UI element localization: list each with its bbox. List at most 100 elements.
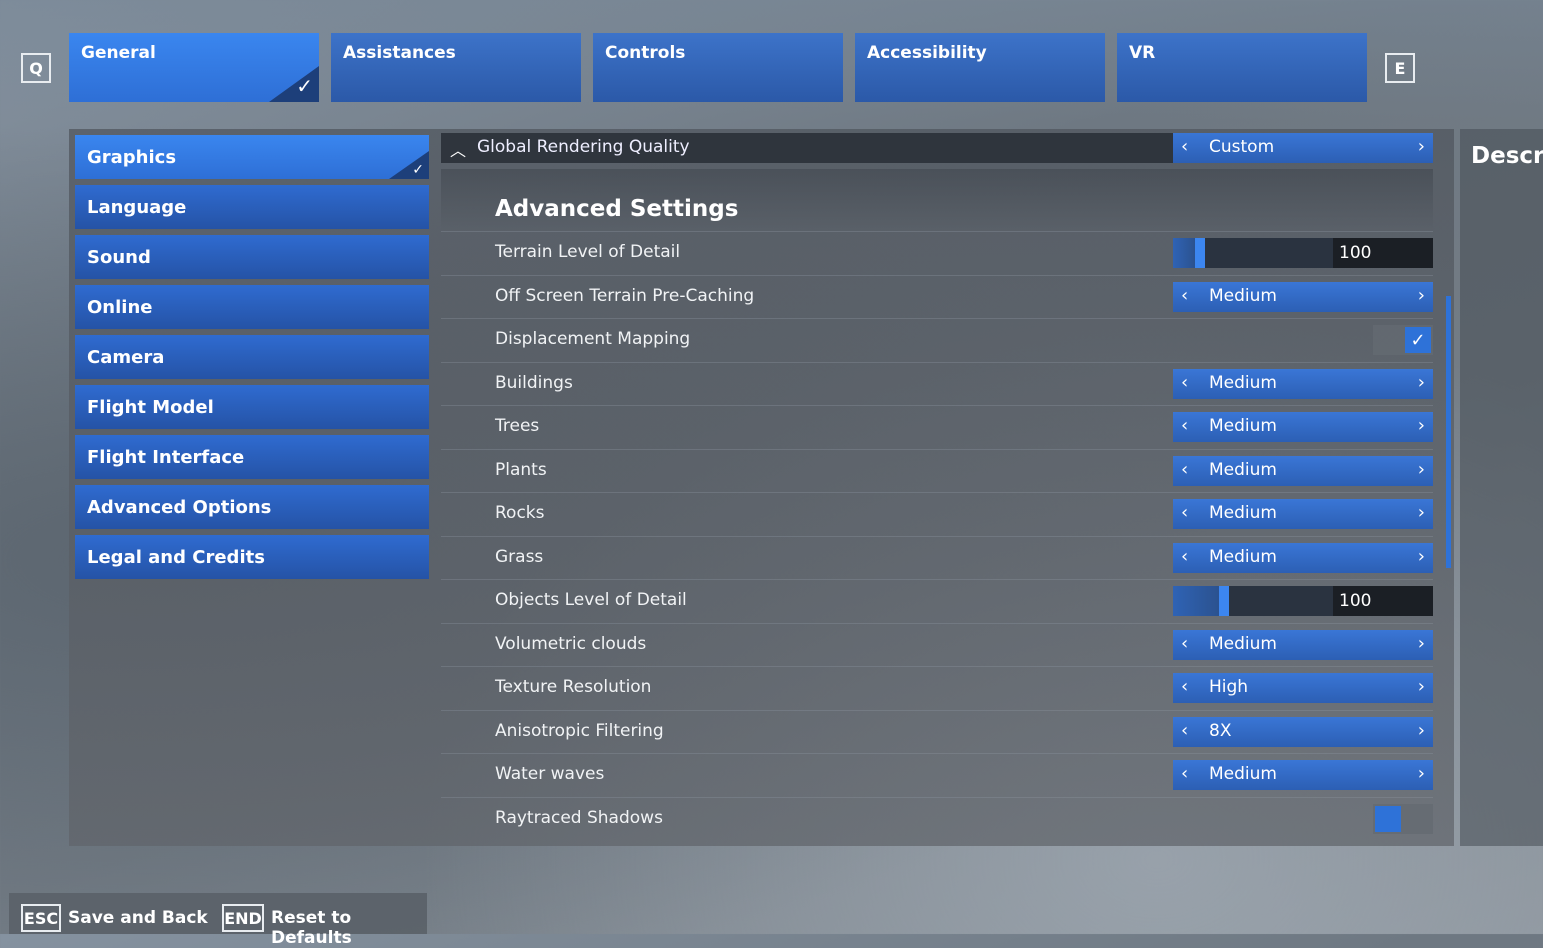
reset-to-defaults-button[interactable]: Reset to Defaults <box>271 908 427 948</box>
sidebar-item-label: Language <box>87 196 187 218</box>
chevron-left-icon[interactable]: ‹ <box>1181 415 1188 436</box>
plants-selector[interactable]: ‹ Medium › <box>1173 456 1433 486</box>
sidebar-item-camera[interactable]: Camera <box>75 335 429 379</box>
scrollbar[interactable] <box>1446 296 1451 568</box>
global-rendering-quality-row[interactable]: ︿ Global Rendering Quality ‹ Custom › <box>441 133 1433 163</box>
chevron-up-icon[interactable]: ︿ <box>450 137 466 161</box>
chevron-left-icon[interactable]: ‹ <box>1181 633 1188 654</box>
next-tab-key[interactable]: E <box>1385 53 1415 83</box>
sidebar-item-language[interactable]: Language <box>75 185 429 229</box>
slider-fill <box>1173 238 1196 268</box>
setting-label: Global Rendering Quality <box>477 137 690 157</box>
setting-row-texture-resolution: Texture Resolution ‹ High › <box>441 666 1433 710</box>
sidebar-item-sound[interactable]: Sound <box>75 235 429 279</box>
tab-general[interactable]: General ✓ <box>69 33 319 102</box>
settings-list: ︿ Global Rendering Quality ‹ Custom › Ad… <box>441 133 1433 846</box>
displacement-mapping-toggle[interactable]: ✓ <box>1373 325 1433 355</box>
slider-thumb[interactable] <box>1219 586 1230 616</box>
trees-selector[interactable]: ‹ Medium › <box>1173 412 1433 442</box>
sidebar-item-label: Graphics <box>87 146 177 168</box>
chevron-left-icon[interactable]: ‹ <box>1181 502 1188 523</box>
chevron-left-icon[interactable]: ‹ <box>1181 285 1188 306</box>
setting-label: Buildings <box>495 373 573 393</box>
setting-label: Anisotropic Filtering <box>495 721 664 741</box>
sidebar-item-online[interactable]: Online <box>75 285 429 329</box>
chevron-right-icon[interactable]: › <box>1418 459 1425 480</box>
section-title: Advanced Settings <box>495 196 739 222</box>
chevron-right-icon[interactable]: › <box>1418 720 1425 741</box>
setting-row-plants: Plants ‹ Medium › <box>441 449 1433 493</box>
volumetric-clouds-selector[interactable]: ‹ Medium › <box>1173 630 1433 660</box>
setting-label: Off Screen Terrain Pre-Caching <box>495 286 755 306</box>
selector-value: Medium <box>1209 416 1277 436</box>
slider-thumb[interactable] <box>1195 238 1206 268</box>
terrain-lod-slider[interactable]: 100 <box>1173 238 1433 268</box>
chevron-right-icon[interactable]: › <box>1418 415 1425 436</box>
tab-assistances[interactable]: Assistances <box>331 33 581 102</box>
chevron-left-icon[interactable]: ‹ <box>1181 372 1188 393</box>
chevron-left-icon[interactable]: ‹ <box>1181 763 1188 784</box>
sidebar-item-advanced-options[interactable]: Advanced Options <box>75 485 429 529</box>
setting-row-offscreen-precaching: Off Screen Terrain Pre-Caching ‹ Medium … <box>441 275 1433 319</box>
chevron-right-icon[interactable]: › <box>1418 285 1425 306</box>
tab-controls[interactable]: Controls <box>593 33 843 102</box>
setting-row-grass: Grass ‹ Medium › <box>441 536 1433 580</box>
water-waves-selector[interactable]: ‹ Medium › <box>1173 760 1433 790</box>
chevron-right-icon[interactable]: › <box>1418 633 1425 654</box>
sidebar-item-label: Camera <box>87 346 165 368</box>
texture-resolution-selector[interactable]: ‹ High › <box>1173 673 1433 703</box>
end-key[interactable]: END <box>222 904 264 932</box>
checkmark-icon: ✓ <box>1405 327 1431 353</box>
description-panel: Descri <box>1460 129 1543 846</box>
prev-tab-key[interactable]: Q <box>21 53 51 83</box>
raytraced-shadows-toggle[interactable] <box>1373 804 1433 834</box>
sidebar-item-graphics[interactable]: Graphics ✓ <box>75 135 429 179</box>
slider-fill <box>1173 586 1220 616</box>
sidebar-item-flight-interface[interactable]: Flight Interface <box>75 435 429 479</box>
tab-vr[interactable]: VR <box>1117 33 1367 102</box>
save-and-back-button[interactable]: Save and Back <box>68 908 208 928</box>
sidebar-item-legal-and-credits[interactable]: Legal and Credits <box>75 535 429 579</box>
chevron-right-icon[interactable]: › <box>1418 676 1425 697</box>
chevron-right-icon[interactable]: › <box>1418 372 1425 393</box>
slider-value[interactable]: 100 <box>1333 238 1433 268</box>
tab-accessibility[interactable]: Accessibility <box>855 33 1105 102</box>
rocks-selector[interactable]: ‹ Medium › <box>1173 499 1433 529</box>
setting-row-trees: Trees ‹ Medium › <box>441 405 1433 449</box>
setting-label: Rocks <box>495 503 545 523</box>
chevron-left-icon[interactable]: ‹ <box>1181 459 1188 480</box>
setting-label: Volumetric clouds <box>495 634 647 654</box>
footer-bar: ESC Save and Back END Reset to Defaults <box>9 893 427 948</box>
buildings-selector[interactable]: ‹ Medium › <box>1173 369 1433 399</box>
tab-label: Assistances <box>343 43 456 63</box>
checkmark-icon: ✓ <box>412 162 424 178</box>
chevron-left-icon[interactable]: ‹ <box>1181 546 1188 567</box>
objects-lod-slider[interactable]: 100 <box>1173 586 1433 616</box>
setting-row-terrain-lod: Terrain Level of Detail 100 <box>441 231 1433 275</box>
selector-value: Medium <box>1209 503 1277 523</box>
chevron-left-icon[interactable]: ‹ <box>1181 676 1188 697</box>
setting-row-volumetric-clouds: Volumetric clouds ‹ Medium › <box>441 623 1433 667</box>
chevron-right-icon[interactable]: › <box>1418 136 1425 157</box>
sidebar-item-flight-model[interactable]: Flight Model <box>75 385 429 429</box>
selector-value: High <box>1209 677 1249 697</box>
chevron-left-icon[interactable]: ‹ <box>1181 136 1188 157</box>
anisotropic-filtering-selector[interactable]: ‹ 8X › <box>1173 717 1433 747</box>
chevron-right-icon[interactable]: › <box>1418 546 1425 567</box>
grass-selector[interactable]: ‹ Medium › <box>1173 543 1433 573</box>
slider-value[interactable]: 100 <box>1333 586 1433 616</box>
chevron-left-icon[interactable]: ‹ <box>1181 720 1188 741</box>
esc-key[interactable]: ESC <box>21 904 61 932</box>
setting-row-rocks: Rocks ‹ Medium › <box>441 492 1433 536</box>
setting-label: Trees <box>495 416 540 436</box>
global-quality-selector[interactable]: ‹ Custom › <box>1173 133 1433 163</box>
chevron-right-icon[interactable]: › <box>1418 763 1425 784</box>
selector-value: Medium <box>1209 286 1277 306</box>
setting-row-anisotropic-filtering: Anisotropic Filtering ‹ 8X › <box>441 710 1433 754</box>
sidebar-item-label: Legal and Credits <box>87 546 265 568</box>
setting-label: Grass <box>495 547 544 567</box>
setting-row-water-waves: Water waves ‹ Medium › <box>441 753 1433 797</box>
chevron-right-icon[interactable]: › <box>1418 502 1425 523</box>
offscreen-precaching-selector[interactable]: ‹ Medium › <box>1173 282 1433 312</box>
selector-value: Medium <box>1209 547 1277 567</box>
